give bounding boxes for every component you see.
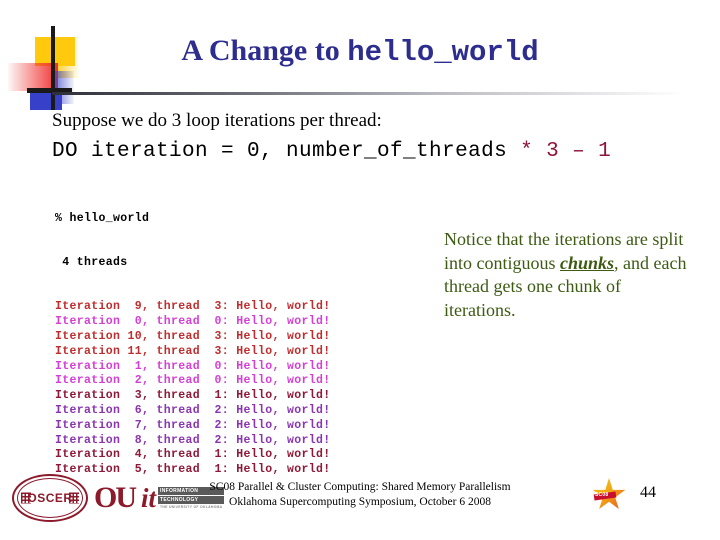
terminal-line: Iteration 8, thread 2: Hello, world! [55,433,331,447]
sc08-star-icon: SC08 [592,478,626,512]
terminal-line: Iteration 6, thread 2: Hello, world! [55,403,331,417]
terminal-line: Iteration 3, thread 1: Hello, world! [55,389,331,403]
slide-title-row: A Change to hello_world [0,34,720,69]
terminal-prompt-line: % hello_world [55,211,150,225]
terminal-line: Iteration 7, thread 2: Hello, world! [55,418,331,432]
page-title-code: hello_world [347,36,539,69]
side-note: Notice that the iterations are split int… [444,228,694,322]
terminal-line: Iteration 4, thread 1: Hello, world! [55,448,331,462]
page-number: 44 [640,484,656,501]
terminal-line: Iteration 9, thread 3: Hello, world! [55,300,331,314]
side-note-emphasis: chunks [560,252,615,273]
page-title: A Change to [181,34,348,67]
terminal-output: % hello_world 4 threads Iteration 9, thr… [55,182,331,493]
terminal-line: Iteration 10, thread 3: Hello, world! [55,329,331,343]
terminal-line: Iteration 11, thread 3: Hello, world! [55,344,331,358]
sc08-star-label: SC08 [595,492,609,498]
terminal-line: Iteration 1, thread 0: Hello, world! [55,359,331,373]
terminal-threads-line: 4 threads [55,255,128,269]
title-divider [52,92,712,95]
do-statement: DO iteration = 0, number_of_threads * 3 … [52,140,611,163]
do-statement-accent: * 3 – 1 [520,140,612,163]
terminal-line: Iteration 0, thread 0: Hello, world! [55,315,331,329]
terminal-line: Iteration 2, thread 0: Hello, world! [55,374,331,388]
terminal-line-list: Iteration 9, thread 3: Hello, world! Iter… [55,300,331,478]
do-statement-main: DO iteration = 0, number_of_threads [52,140,521,163]
slide-footer: OSCER OU it INFORMATION TECHNOLOGY THE U… [0,470,720,540]
intro-text: Suppose we do 3 loop iterations per thre… [52,110,382,131]
